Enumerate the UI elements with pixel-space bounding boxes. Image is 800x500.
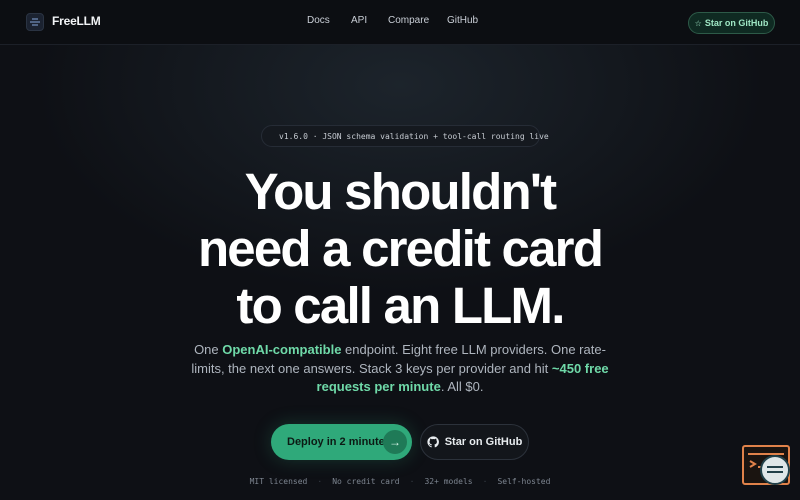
subtext-part-1: One — [194, 342, 223, 357]
feature-separator: · — [317, 476, 323, 486]
brand-name[interactable]: FreeLLM — [52, 14, 101, 28]
hero-headline: You shouldn't need a credit card to call… — [100, 163, 700, 334]
nav-link-docs[interactable]: Docs — [307, 15, 330, 26]
github-icon — [427, 436, 439, 448]
star-github-button[interactable]: Star on GitHub — [420, 424, 529, 460]
chat-lines-icon — [767, 466, 783, 473]
nav-star-github-button[interactable]: ☆ Star on GitHub — [688, 12, 775, 34]
feature-item: 32+ models — [424, 476, 473, 486]
chat-bubble-icon[interactable] — [760, 455, 790, 485]
feature-item: Self-hosted — [497, 476, 551, 486]
headline-line-1: You shouldn't — [244, 163, 558, 220]
nav-link-github[interactable]: GitHub — [447, 15, 478, 26]
feature-item: No credit card — [332, 476, 400, 486]
arrow-right-icon: → — [383, 430, 407, 454]
deploy-button[interactable]: Deploy in 2 minutes → — [271, 424, 412, 460]
hero-subtext: One OpenAI-compatible endpoint. Eight fr… — [185, 341, 615, 397]
star-icon: ☆ — [694, 18, 702, 28]
subtext-highlight-openai: OpenAI-compatible — [222, 342, 342, 357]
feature-separator: · — [482, 476, 488, 486]
nav-link-compare[interactable]: Compare — [388, 15, 429, 26]
deploy-button-label: Deploy in 2 minutes — [287, 436, 391, 448]
top-nav: FreeLLM Docs API Compare GitHub ☆ Star o… — [0, 0, 800, 45]
release-badge-text: v1.6.0 · JSON schema validation + tool-c… — [279, 131, 549, 141]
headline-line-2: need a credit card — [197, 220, 604, 277]
feature-separator: · — [409, 476, 415, 486]
feature-item: MIT licensed — [249, 476, 308, 486]
logo-icon[interactable] — [26, 13, 44, 31]
nav-link-api[interactable]: API — [351, 15, 367, 26]
headline-line-3: to call an LLM. — [236, 277, 565, 334]
subtext-part-3: . All $0. — [440, 379, 484, 394]
release-badge: v1.6.0 · JSON schema validation + tool-c… — [261, 125, 549, 147]
star-github-label: Star on GitHub — [444, 436, 523, 448]
feature-list: MIT licensed · No credit card · 32+ mode… — [0, 475, 800, 487]
nav-star-label: Star on GitHub — [704, 18, 769, 28]
